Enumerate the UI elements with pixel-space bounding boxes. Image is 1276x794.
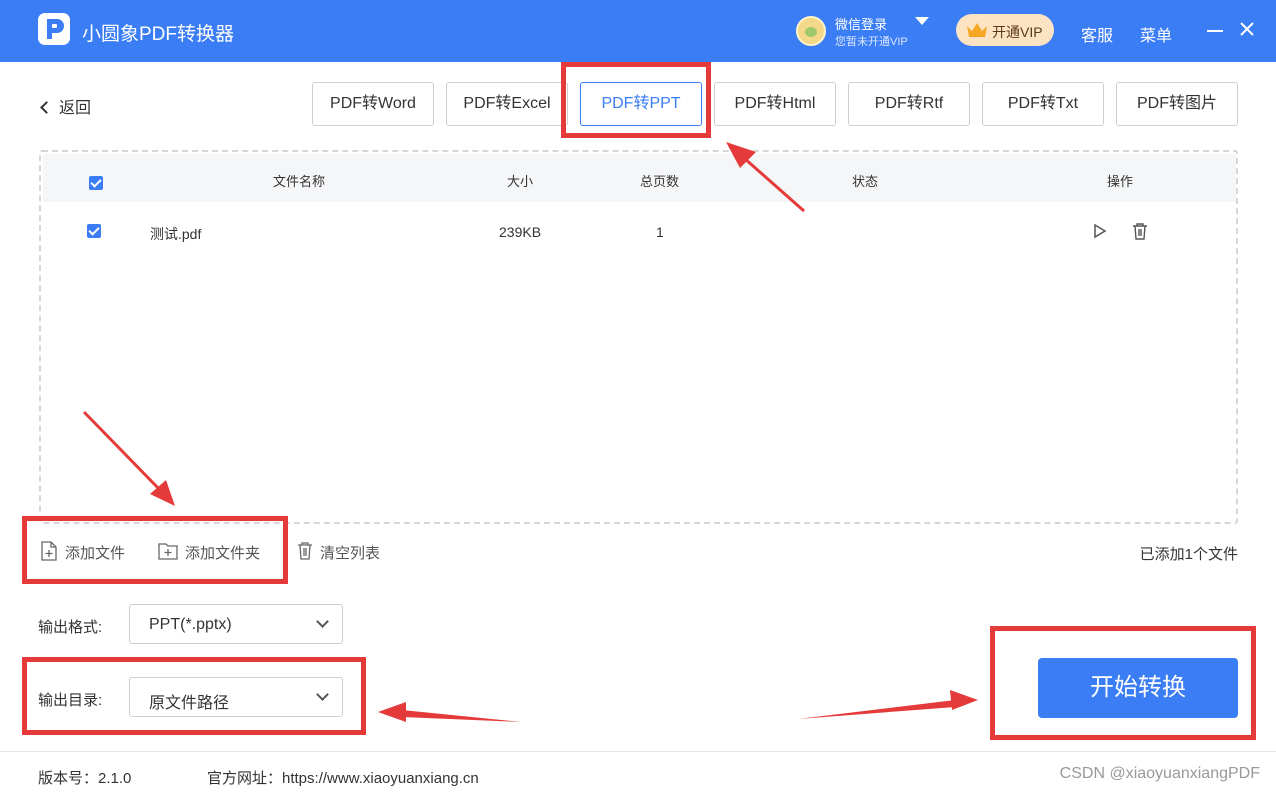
arrow-to-output-dir <box>402 710 522 722</box>
arrow-to-add-files <box>82 410 162 492</box>
arrow-to-start <box>798 700 955 719</box>
arrow-to-ppt-tab <box>743 156 805 213</box>
annotation-arrows <box>82 142 978 722</box>
